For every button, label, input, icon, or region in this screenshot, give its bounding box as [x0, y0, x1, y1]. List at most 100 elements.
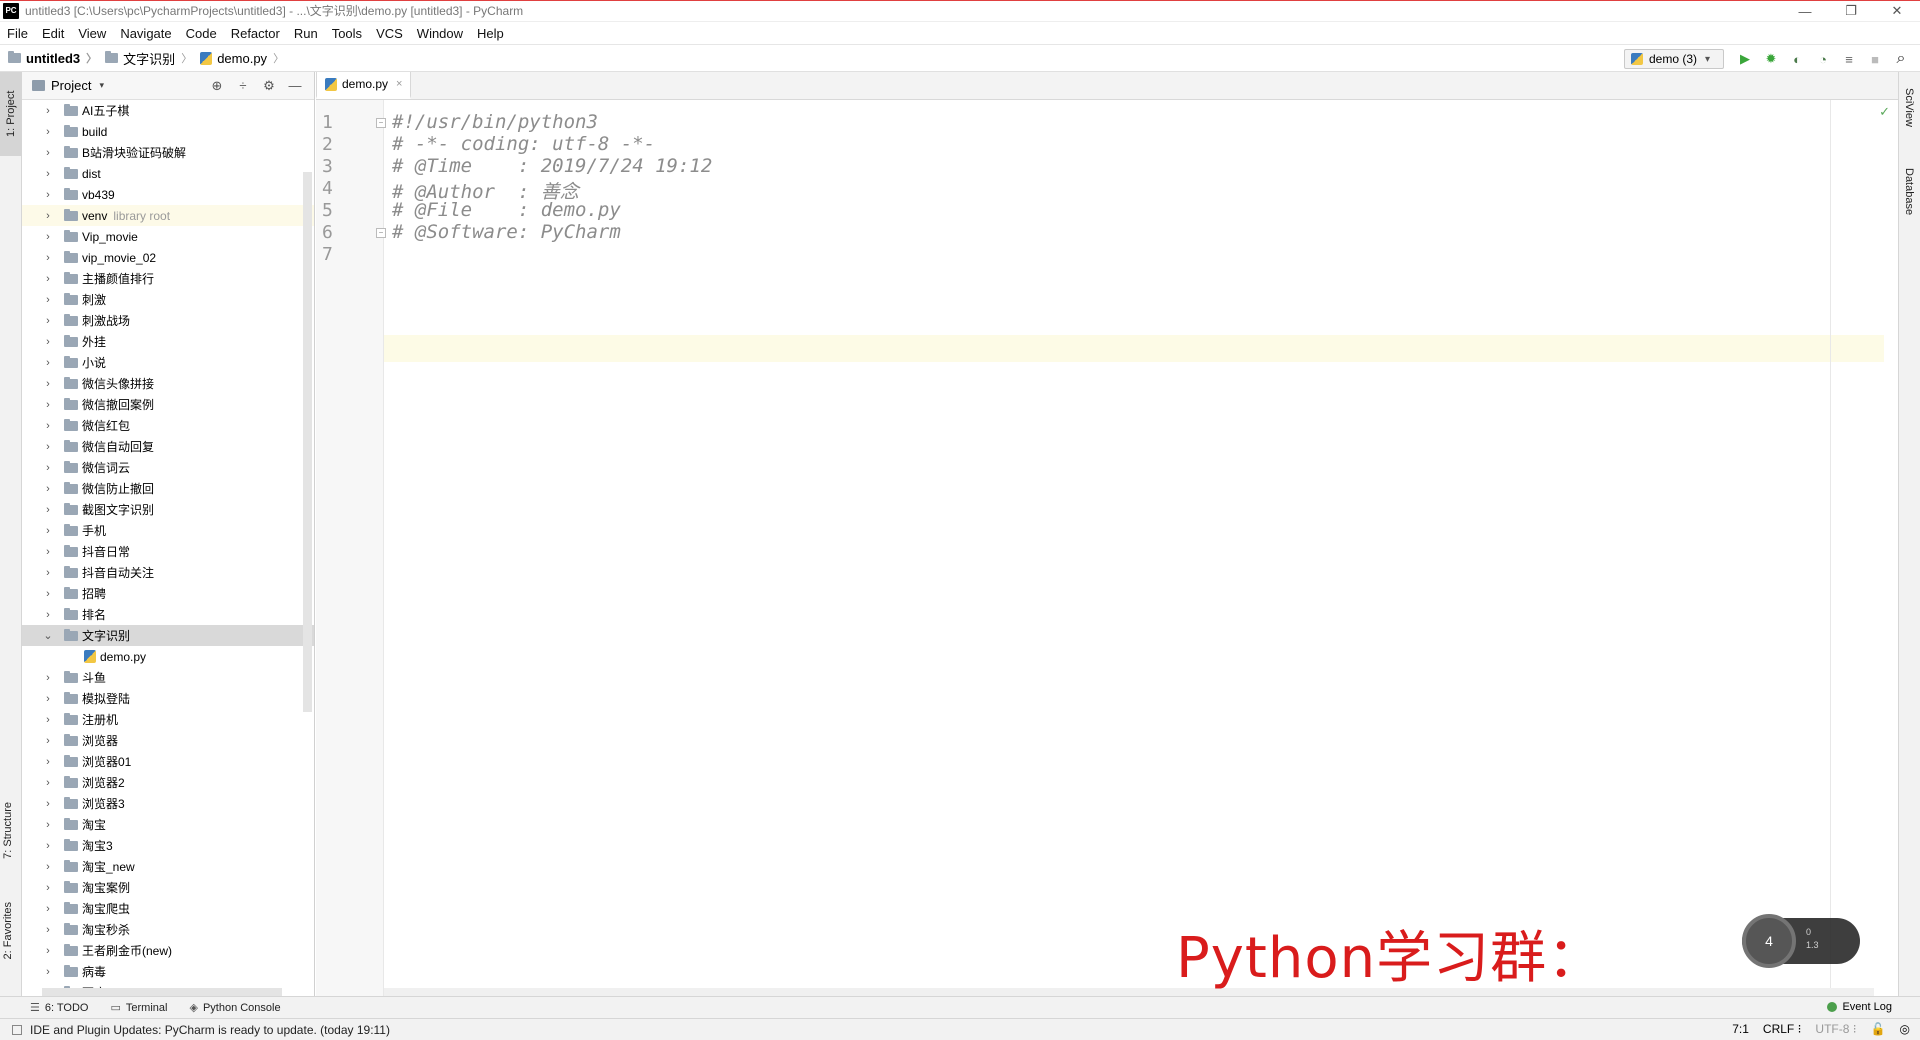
- chevron-right-icon[interactable]: ›: [42, 672, 54, 684]
- chevron-right-icon[interactable]: ›: [42, 882, 54, 894]
- tree-item-folder[interactable]: › 淘宝爬虫: [22, 898, 314, 919]
- menu-run[interactable]: Run: [287, 26, 325, 41]
- tree-item-folder[interactable]: › 刺激战场: [22, 310, 314, 331]
- tree-item-folder[interactable]: ⌄ 文字识别: [22, 625, 314, 646]
- tree-item-folder[interactable]: › 浏览器: [22, 730, 314, 751]
- hide-icon[interactable]: —: [282, 78, 308, 94]
- lock-icon[interactable]: 🔓: [1871, 1022, 1886, 1036]
- tree-item-folder[interactable]: › 手机: [22, 520, 314, 541]
- fold-marker-icon[interactable]: −: [376, 228, 386, 238]
- tab-structure-tool[interactable]: 7: Structure: [2, 802, 14, 859]
- tree-item-folder[interactable]: › 淘宝3: [22, 835, 314, 856]
- chevron-right-icon[interactable]: ›: [42, 546, 54, 558]
- tab-todo-tool[interactable]: ☰ 6: TODO: [30, 1001, 88, 1015]
- chevron-right-icon[interactable]: ›: [42, 861, 54, 873]
- tree-item-folder[interactable]: › 抖音日常: [22, 541, 314, 562]
- tree-item-folder[interactable]: › 小说: [22, 352, 314, 373]
- tab-database-tool[interactable]: Database: [1903, 168, 1915, 215]
- chevron-right-icon[interactable]: ›: [42, 462, 54, 474]
- chevron-right-icon[interactable]: ›: [42, 420, 54, 432]
- tree-item-folder[interactable]: › 淘宝案例: [22, 877, 314, 898]
- tree-item-folder[interactable]: › 抖音自动关注: [22, 562, 314, 583]
- tree-item-folder[interactable]: › 招聘: [22, 583, 314, 604]
- chevron-right-icon[interactable]: ›: [42, 441, 54, 453]
- build-icon[interactable]: ≡: [1836, 49, 1862, 69]
- tree-item-folder[interactable]: › 淘宝: [22, 814, 314, 835]
- tree-item-folder[interactable]: › 外挂: [22, 331, 314, 352]
- tab-demo-py[interactable]: demo.py ×: [316, 72, 412, 99]
- chevron-right-icon[interactable]: ›: [42, 588, 54, 600]
- status-message[interactable]: IDE and Plugin Updates: PyCharm is ready…: [30, 1023, 390, 1037]
- tree-item-folder[interactable]: › vb439: [22, 184, 314, 205]
- chevron-right-icon[interactable]: ›: [42, 504, 54, 516]
- line-separator[interactable]: CRLF ⁝: [1763, 1022, 1801, 1036]
- run-icon[interactable]: ▶: [1732, 49, 1758, 69]
- tree-item-folder[interactable]: › build: [22, 121, 314, 142]
- tree-item-folder[interactable]: › 淘宝_new: [22, 856, 314, 877]
- chevron-right-icon[interactable]: ›: [42, 378, 54, 390]
- close-button[interactable]: ✕: [1874, 0, 1920, 22]
- tree-item-folder[interactable]: › 微信防止撤回: [22, 478, 314, 499]
- chevron-right-icon[interactable]: ›: [42, 189, 54, 201]
- tree-item-folder[interactable]: › B站滑块验证码破解: [22, 142, 314, 163]
- chevron-right-icon[interactable]: ›: [42, 693, 54, 705]
- menu-window[interactable]: Window: [410, 26, 470, 41]
- menu-refactor[interactable]: Refactor: [224, 26, 287, 41]
- profile-icon[interactable]: ◔: [1810, 49, 1836, 69]
- tree-scrollbar-vertical[interactable]: [303, 172, 312, 712]
- chevron-right-icon[interactable]: ›: [42, 126, 54, 138]
- floating-speed-widget[interactable]: 4 0 1.3: [1742, 914, 1860, 968]
- chevron-right-icon[interactable]: ›: [42, 945, 54, 957]
- run-configuration-select[interactable]: demo (3) ▾: [1624, 49, 1724, 69]
- tab-sciview-tool[interactable]: SciView: [1903, 88, 1915, 127]
- chevron-right-icon[interactable]: ›: [42, 567, 54, 579]
- tree-item-folder[interactable]: › 王者刷金币(new): [22, 940, 314, 961]
- tree-item-file[interactable]: demo.py: [22, 646, 314, 667]
- breadcrumb-folder[interactable]: 文字识别 〉: [105, 49, 192, 68]
- search-icon[interactable]: ⌕: [1888, 49, 1914, 69]
- tree-item-folder[interactable]: › 微信红包: [22, 415, 314, 436]
- close-icon[interactable]: ×: [396, 78, 402, 90]
- tree-item-folder[interactable]: › 微信撤回案例: [22, 394, 314, 415]
- file-encoding[interactable]: UTF-8 ⁝: [1815, 1022, 1856, 1036]
- chevron-right-icon[interactable]: ›: [42, 735, 54, 747]
- restore-button[interactable]: ❐: [1828, 0, 1874, 22]
- tree-item-folder[interactable]: › 浏览器2: [22, 772, 314, 793]
- tree-item-folder[interactable]: › 排名: [22, 604, 314, 625]
- caret-position[interactable]: 7:1: [1732, 1022, 1749, 1036]
- chevron-right-icon[interactable]: ›: [42, 525, 54, 537]
- chevron-right-icon[interactable]: ›: [42, 357, 54, 369]
- event-log-button[interactable]: Event Log: [1827, 1001, 1892, 1013]
- menu-view[interactable]: View: [71, 26, 113, 41]
- tree-item-folder[interactable]: › 模拟登陆: [22, 688, 314, 709]
- tab-project-tool[interactable]: 1: Project: [0, 72, 22, 156]
- chevron-right-icon[interactable]: ›: [42, 168, 54, 180]
- inspector-icon[interactable]: ◎: [1900, 1022, 1910, 1036]
- chevron-right-icon[interactable]: ›: [42, 714, 54, 726]
- tree-item-folder[interactable]: › venv library root: [22, 205, 314, 226]
- chevron-right-icon[interactable]: ›: [42, 840, 54, 852]
- tab-terminal-tool[interactable]: ▭ Terminal: [110, 1001, 167, 1015]
- tree-item-folder[interactable]: › 病毒: [22, 961, 314, 982]
- toggle-tool-windows-icon[interactable]: [12, 1024, 22, 1035]
- menu-navigate[interactable]: Navigate: [113, 26, 178, 41]
- fold-marker-icon[interactable]: −: [376, 118, 386, 128]
- tree-item-folder[interactable]: › Vip_movie: [22, 226, 314, 247]
- tree-item-folder[interactable]: › 微信自动回复: [22, 436, 314, 457]
- gear-icon[interactable]: ⚙: [256, 78, 282, 94]
- tree-item-folder[interactable]: › 淘宝秒杀: [22, 919, 314, 940]
- chevron-right-icon[interactable]: ›: [42, 252, 54, 264]
- chevron-right-icon[interactable]: ›: [42, 315, 54, 327]
- tree-item-folder[interactable]: › 注册机: [22, 709, 314, 730]
- chevron-right-icon[interactable]: ›: [42, 609, 54, 621]
- tree-item-folder[interactable]: › vip_movie_02: [22, 247, 314, 268]
- tree-item-folder[interactable]: › dist: [22, 163, 314, 184]
- stop-icon[interactable]: ■: [1862, 49, 1888, 69]
- chevron-down-icon[interactable]: ⌄: [42, 629, 54, 642]
- menu-tools[interactable]: Tools: [325, 26, 369, 41]
- tree-item-folder[interactable]: › 主播颜值排行: [22, 268, 314, 289]
- chevron-right-icon[interactable]: ›: [42, 924, 54, 936]
- tree-item-folder[interactable]: › 浏览器01: [22, 751, 314, 772]
- chevron-right-icon[interactable]: ›: [42, 231, 54, 243]
- tab-favorites-tool[interactable]: 2: Favorites: [2, 902, 14, 959]
